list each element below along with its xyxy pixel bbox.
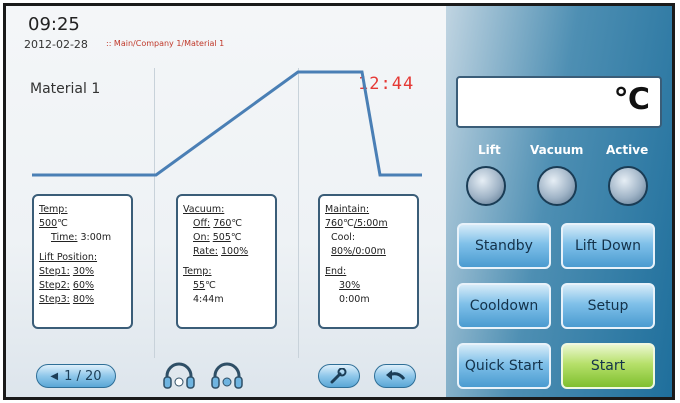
card1-temp-value: 500 — [39, 218, 58, 229]
card1-step3-value: 80% — [72, 294, 95, 305]
card2-temp-value: 55 — [193, 280, 206, 291]
settings-wrench-button[interactable] — [318, 364, 360, 388]
wrench-icon — [330, 368, 347, 384]
card2-rate-label: Rate: — [193, 246, 218, 257]
card1-step2-value: 60% — [72, 280, 95, 291]
profile-line — [32, 70, 422, 177]
card2-off-label: Off: — [193, 218, 211, 229]
program-panel: 09:25 2012-02-28 :: Main/Company 1/Mater… — [6, 6, 446, 397]
indicator-active — [608, 166, 648, 206]
step-card-maintain[interactable]: Maintain: 760℃/5:00m Cool: 80%/0:00m End… — [318, 194, 419, 329]
card1-step1-label: Step1: — [39, 266, 70, 277]
back-arrow-icon — [386, 370, 406, 380]
card3-cool-value: 80%/0:00m — [331, 246, 386, 257]
card2-temp-unit: ℃ — [205, 280, 216, 291]
start-button[interactable]: Start — [561, 343, 655, 389]
card1-step3-label: Step3: — [39, 294, 70, 305]
card1-temp-label: Temp: — [39, 204, 68, 215]
card1-step1-value: 30% — [72, 266, 95, 277]
card3-maintain-value: 760 — [325, 218, 344, 229]
card2-time-value: 4:44m — [193, 294, 224, 305]
card1-lift-label: Lift Position: — [39, 252, 98, 263]
setup-button[interactable]: Setup — [561, 283, 655, 329]
card1-step2-label: Step2: — [39, 280, 70, 291]
screen-frame: 09:25 2012-02-28 :: Main/Company 1/Mater… — [3, 3, 675, 400]
card2-on-label: On: — [193, 232, 210, 243]
page-prev-icon: ◀ — [50, 370, 59, 382]
indicator-label-vacuum: Vacuum — [530, 143, 584, 157]
card3-cool-label: Cool: — [331, 232, 356, 243]
indicator-vacuum — [537, 166, 577, 206]
temperature-unit: ℃ — [613, 82, 650, 117]
card3-end-time: 0:00m — [339, 294, 370, 305]
quick-start-button[interactable]: Quick Start — [457, 343, 551, 389]
card1-time-label: Time: — [51, 232, 78, 243]
card1-temp-unit: ℃ — [57, 218, 68, 229]
card3-maintain-time: /5:00m — [353, 218, 388, 229]
temperature-profile-chart — [32, 70, 422, 177]
indicator-label-lift: Lift — [478, 143, 501, 157]
card3-end-value: 30% — [339, 280, 361, 291]
card2-vacuum-label: Vacuum: — [183, 204, 225, 215]
card1-time-value: 3:00m — [80, 232, 112, 243]
card2-on-unit: ℃ — [230, 232, 242, 243]
step-card-vacuum[interactable]: Vacuum: Off: 760℃ On: 505℃ Rate: 100% Te… — [176, 194, 277, 329]
headphone-icon[interactable] — [162, 360, 196, 390]
indicator-label-active: Active — [606, 143, 649, 157]
indicator-lift — [466, 166, 506, 206]
card2-rate-value: 100% — [221, 246, 249, 257]
headphone-icon-2[interactable] — [210, 360, 244, 390]
card3-maintain-label: Maintain: — [325, 204, 370, 215]
back-button[interactable] — [374, 364, 416, 388]
card2-on-value: 505 — [212, 232, 231, 243]
card3-maintain-unit: ℃ — [343, 218, 354, 229]
card2-off-unit: ℃ — [231, 218, 243, 229]
card2-temp-label: Temp: — [183, 266, 212, 277]
page-indicator-label: 1 / 20 — [64, 368, 102, 384]
page-indicator-button[interactable]: ◀ 1 / 20 — [36, 364, 116, 388]
card3-end-label: End: — [325, 266, 347, 277]
temperature-display: ℃ — [456, 76, 662, 128]
step-card-heat[interactable]: Temp: 500℃ Time: 3:00m Lift Position: St… — [32, 194, 133, 329]
lift-down-button[interactable]: Lift Down — [561, 223, 655, 269]
standby-button[interactable]: Standby — [457, 223, 551, 269]
card2-off-value: 760 — [213, 218, 232, 229]
cooldown-button[interactable]: Cooldown — [457, 283, 551, 329]
